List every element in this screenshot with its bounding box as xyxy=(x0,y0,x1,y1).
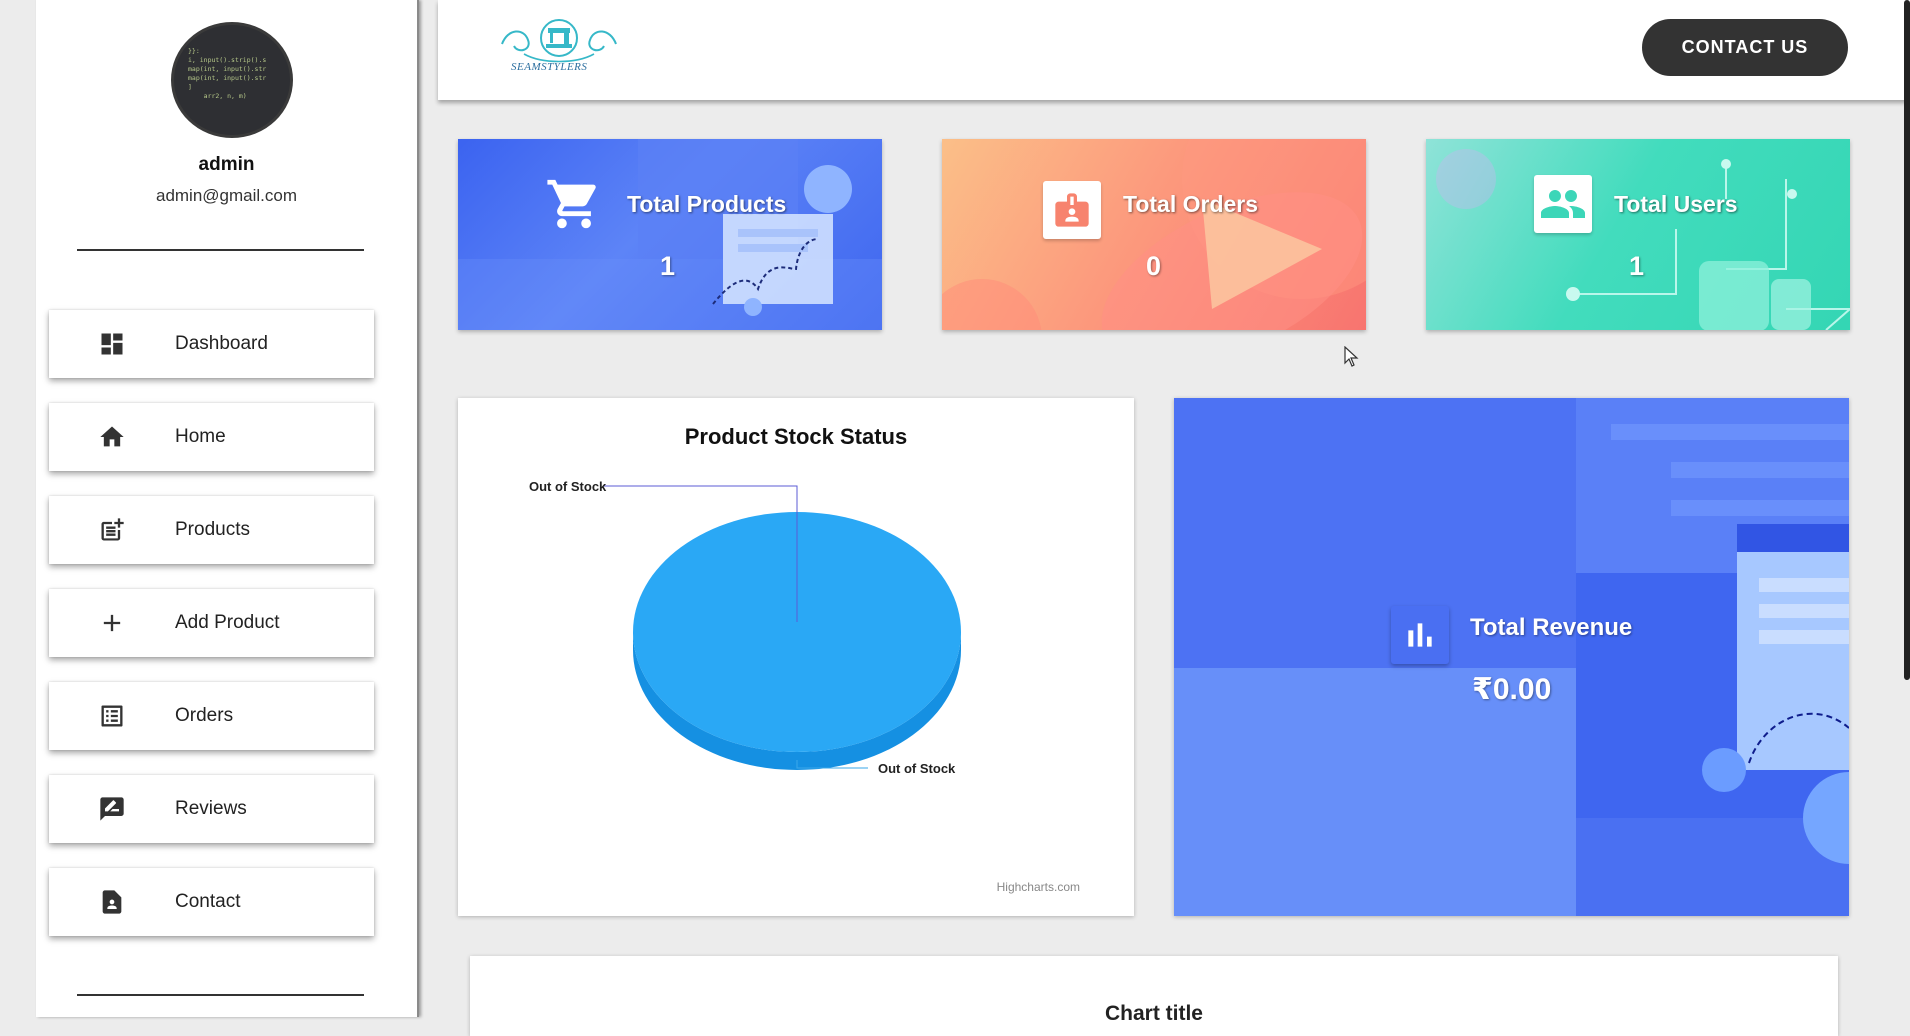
dashboard-icon xyxy=(97,329,127,359)
page-scrollbar[interactable] xyxy=(1904,0,1910,680)
revenue-card-decoration xyxy=(1174,398,1849,916)
sidebar-item-orders[interactable]: Orders xyxy=(49,682,374,750)
revenue-card[interactable]: Total Revenue ₹0.00 xyxy=(1174,398,1849,916)
brand-name: SEAMSTYLERS xyxy=(511,61,588,73)
sidebar-item-label: Home xyxy=(175,426,226,447)
sidebar-item-products[interactable]: Products xyxy=(49,496,374,564)
sidebar-item-contact[interactable]: Contact xyxy=(49,868,374,936)
pie-data-label: Out of Stock xyxy=(529,479,607,494)
contact-page-icon xyxy=(97,887,127,917)
sidebar: }}: i, input().strip().s map(int, input(… xyxy=(36,0,419,1017)
revenue-title: Total Revenue xyxy=(1470,614,1633,641)
stat-value: 1 xyxy=(660,251,676,281)
sidebar-item-add-product[interactable]: Add Product xyxy=(49,589,374,657)
orders-card-decoration xyxy=(942,139,1366,330)
revenue-value: ₹0.00 xyxy=(1472,673,1552,706)
contact-us-button[interactable]: CONTACT US xyxy=(1642,19,1848,76)
rate-review-icon xyxy=(97,794,127,824)
sidebar-item-label: Add Product xyxy=(175,612,280,633)
cart-icon xyxy=(545,175,603,233)
stat-card-total-users[interactable]: Total Users 1 xyxy=(1426,139,1850,330)
stat-value: 1 xyxy=(1629,251,1645,281)
pie-data-label: Out of Stock xyxy=(878,761,956,776)
pie-chart-canvas: Out of Stock Out of Stock xyxy=(529,479,961,776)
chart-title: Chart title xyxy=(1104,1002,1203,1025)
sidebar-item-dashboard[interactable]: Dashboard xyxy=(49,310,374,378)
profile-email: admin@gmail.com xyxy=(155,186,298,205)
users-icon xyxy=(1534,175,1592,233)
list-icon xyxy=(97,701,127,731)
stat-card-total-products[interactable]: Total Products 1 xyxy=(458,139,882,330)
stat-title: Total Products xyxy=(627,191,787,217)
sidebar-item-label: Products xyxy=(175,519,250,540)
sidebar-divider-bottom xyxy=(77,994,364,996)
sidebar-divider-top xyxy=(77,249,364,251)
sidebar-item-label: Reviews xyxy=(175,798,247,819)
home-icon xyxy=(97,422,127,452)
chart-credit[interactable]: Highcharts.com xyxy=(997,880,1080,894)
profile-name: admin xyxy=(198,154,255,175)
sidebar-item-label: Dashboard xyxy=(175,333,268,354)
sidebar-item-label: Contact xyxy=(175,891,241,912)
stat-title: Total Users xyxy=(1614,191,1738,217)
top-header: SEAMSTYLERS CONTACT US xyxy=(438,0,1910,100)
bar-chart-icon xyxy=(1391,606,1449,664)
post-add-icon xyxy=(97,515,127,545)
products-card-decoration xyxy=(458,139,882,330)
badge-icon xyxy=(1043,181,1101,239)
stat-value: 0 xyxy=(1146,251,1162,281)
stock-status-chart: Product Stock Status Out of Stock Out of … xyxy=(458,398,1134,916)
avatar: }}: i, input().strip().s map(int, input(… xyxy=(171,22,293,138)
secondary-chart: Chart title xyxy=(470,956,1838,1036)
sidebar-item-reviews[interactable]: Reviews xyxy=(49,775,374,843)
stat-title: Total Orders xyxy=(1123,191,1259,217)
users-card-decoration xyxy=(1436,149,1850,330)
plus-icon xyxy=(97,608,127,638)
sidebar-item-label: Orders xyxy=(175,705,234,726)
mouse-cursor-icon xyxy=(1344,346,1359,367)
stat-card-total-orders[interactable]: Total Orders 0 xyxy=(942,139,1366,330)
sidebar-item-home[interactable]: Home xyxy=(49,403,374,471)
